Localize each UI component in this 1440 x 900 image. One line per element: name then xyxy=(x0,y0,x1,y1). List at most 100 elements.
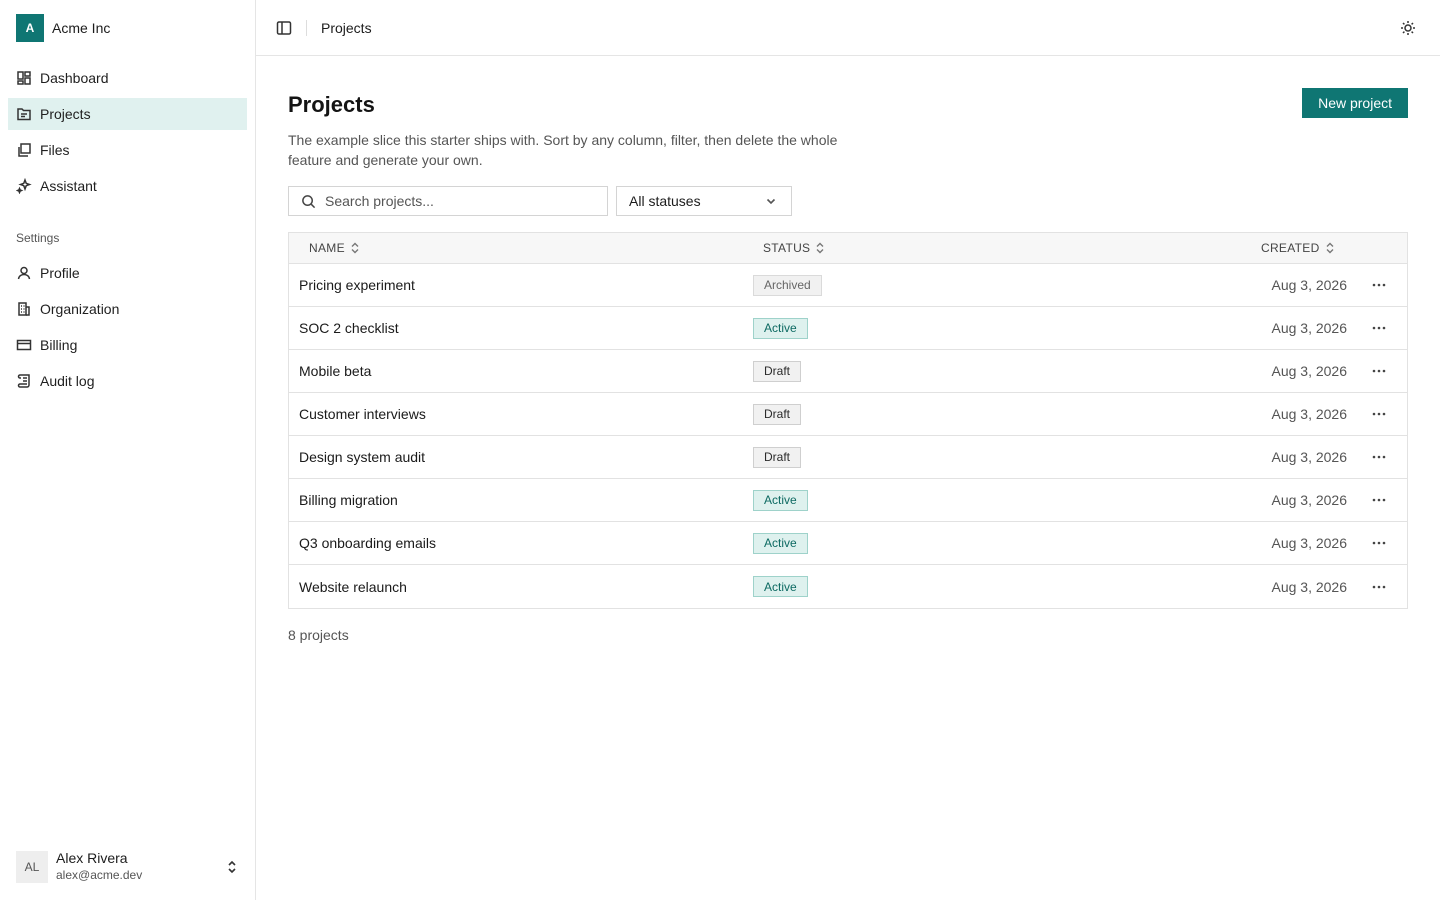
more-horizontal-icon xyxy=(1372,455,1386,459)
project-name[interactable]: Pricing experiment xyxy=(299,277,415,293)
project-name[interactable]: Website relaunch xyxy=(299,579,407,595)
status-badge: Active xyxy=(753,576,808,597)
project-name[interactable]: SOC 2 checklist xyxy=(299,320,399,336)
row-actions-button[interactable] xyxy=(1369,404,1389,424)
search-input[interactable] xyxy=(325,193,585,209)
project-name[interactable]: Design system audit xyxy=(299,449,425,465)
credit-card-icon xyxy=(16,339,32,351)
building-icon xyxy=(18,302,30,316)
status-badge: Active xyxy=(753,489,808,511)
filters: All statuses xyxy=(288,186,1408,216)
sort-icon xyxy=(1326,242,1334,254)
project-name[interactable]: Mobile beta xyxy=(299,363,371,379)
sidebar-item-organization[interactable]: Organization xyxy=(8,293,247,325)
status-badge: Active xyxy=(753,317,808,339)
sidebar-item-label: Billing xyxy=(40,337,78,353)
created-date: Aug 3, 2026 xyxy=(1271,578,1347,595)
column-header-label: NAME xyxy=(309,241,345,255)
created-date: Aug 3, 2026 xyxy=(1271,363,1347,379)
projects-table: NAME STATUS CREATED Pricing experiment Ar… xyxy=(288,232,1408,609)
sidebar-item-label: Files xyxy=(40,142,70,158)
row-actions-button[interactable] xyxy=(1369,318,1389,338)
folder-icon xyxy=(17,108,31,121)
column-header-name[interactable]: NAME xyxy=(309,241,360,255)
table-row[interactable]: SOC 2 checklist Active Aug 3, 2026 xyxy=(289,307,1407,350)
sort-icon xyxy=(816,242,824,254)
search-icon xyxy=(302,194,316,208)
sidebar-toggle-icon[interactable] xyxy=(276,20,292,36)
user-name: Alex Rivera xyxy=(56,850,128,866)
more-horizontal-icon xyxy=(1372,498,1386,502)
sparkles-icon xyxy=(16,178,32,194)
row-actions-button[interactable] xyxy=(1369,361,1389,381)
chevron-up-down-icon[interactable] xyxy=(225,860,239,874)
sidebar-item-label: Organization xyxy=(40,301,120,317)
brand[interactable]: A Acme Inc xyxy=(0,0,255,56)
project-name[interactable]: Q3 onboarding emails xyxy=(299,535,436,551)
sidebar-item-label: Audit log xyxy=(40,373,95,389)
table-body: Pricing experiment Archived Aug 3, 2026 SOC… xyxy=(289,264,1407,608)
created-date: Aug 3, 2026 xyxy=(1271,492,1347,508)
sidebar-item-label: Assistant xyxy=(40,178,97,194)
search-box[interactable] xyxy=(288,186,608,216)
column-header-status[interactable]: STATUS xyxy=(763,241,825,255)
more-horizontal-icon xyxy=(1372,283,1386,287)
files-icon xyxy=(18,143,31,157)
projects-page: Projects The example slice this starter … xyxy=(256,56,1440,643)
more-horizontal-icon xyxy=(1372,412,1386,416)
column-header-label: CREATED xyxy=(1261,241,1320,255)
user-email: alex@acme.dev xyxy=(56,868,143,882)
created-date: Aug 3, 2026 xyxy=(1271,320,1347,336)
settings-section-label: Settings xyxy=(16,231,60,245)
sun-icon[interactable] xyxy=(1400,20,1416,36)
sidebar-item-assistant[interactable]: Assistant xyxy=(8,170,247,202)
sidebar-item-label: Projects xyxy=(40,106,91,122)
table-row[interactable]: Design system audit Draft Aug 3, 2026 xyxy=(289,436,1407,479)
status-filter-value: All statuses xyxy=(629,193,701,209)
row-actions-button[interactable] xyxy=(1369,275,1389,295)
page-description: The example slice this starter ships wit… xyxy=(288,132,838,168)
column-header-label: STATUS xyxy=(763,241,811,255)
new-project-button[interactable]: New project xyxy=(1302,88,1408,118)
created-date: Aug 3, 2026 xyxy=(1271,535,1347,551)
table-row[interactable]: Pricing experiment Archived Aug 3, 2026 xyxy=(289,264,1407,307)
status-badge: Draft xyxy=(753,360,802,382)
status-badge: Archived xyxy=(753,274,822,296)
sidebar-item-profile[interactable]: Profile xyxy=(8,257,247,289)
project-name[interactable]: Billing migration xyxy=(299,492,398,508)
row-actions-button[interactable] xyxy=(1369,447,1389,467)
created-date: Aug 3, 2026 xyxy=(1271,277,1347,293)
brand-logo: A xyxy=(16,14,44,42)
table-row[interactable]: Q3 onboarding emails Active Aug 3, 2026 xyxy=(289,522,1407,565)
status-filter-select[interactable]: All statuses xyxy=(616,186,792,216)
dashboard-icon xyxy=(17,71,31,85)
sidebar-item-label: Dashboard xyxy=(40,70,109,86)
row-actions-button[interactable] xyxy=(1369,490,1389,510)
sidebar-item-audit-log[interactable]: Audit log xyxy=(8,365,247,397)
page-title: Projects xyxy=(288,92,375,117)
table-row[interactable]: Billing migration Active Aug 3, 2026 xyxy=(289,479,1407,522)
status-badge: Active xyxy=(753,532,808,554)
sidebar-item-dashboard[interactable]: Dashboard xyxy=(8,62,247,94)
table-row[interactable]: Mobile beta Draft Aug 3, 2026 xyxy=(289,350,1407,393)
table-row[interactable]: Website relaunch Active Aug 3, 2026 xyxy=(289,565,1407,608)
row-actions-button[interactable] xyxy=(1369,533,1389,553)
table-row[interactable]: Customer interviews Draft Aug 3, 2026 xyxy=(289,393,1407,436)
main-area: Projects Projects The example slice this… xyxy=(256,0,1440,900)
sidebar-item-billing[interactable]: Billing xyxy=(8,329,247,361)
table-header: NAME STATUS CREATED xyxy=(289,233,1407,264)
chevron-down-icon xyxy=(766,198,776,205)
column-header-created[interactable]: CREATED xyxy=(1261,241,1335,255)
status-badge: Draft xyxy=(753,446,802,468)
more-horizontal-icon xyxy=(1372,369,1386,373)
primary-nav: Dashboard Projects Files Assistant xyxy=(0,56,255,206)
more-horizontal-icon xyxy=(1372,585,1386,588)
sidebar-item-files[interactable]: Files xyxy=(8,134,247,166)
project-name[interactable]: Customer interviews xyxy=(299,406,426,422)
more-horizontal-icon xyxy=(1372,541,1386,545)
breadcrumb: Projects xyxy=(321,19,372,36)
brand-name: Acme Inc xyxy=(52,20,111,36)
row-actions-button[interactable] xyxy=(1369,577,1389,597)
sidebar-item-projects[interactable]: Projects xyxy=(8,98,247,130)
user-menu[interactable]: AL Alex Rivera alex@acme.dev xyxy=(0,834,255,900)
